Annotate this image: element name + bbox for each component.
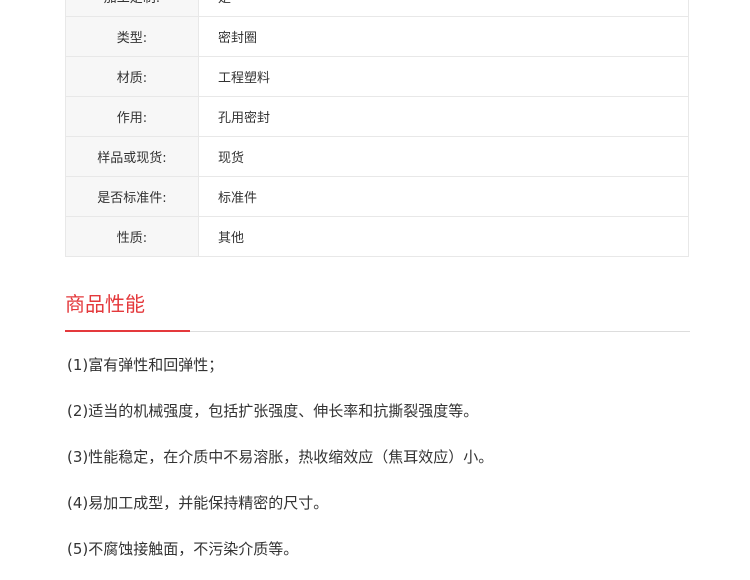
table-row: 是否标准件: 标准件 [65,176,689,217]
spec-label: 性质: [65,216,199,257]
spec-value: 工程塑料 [198,56,689,97]
spec-value: 现货 [198,136,689,177]
spec-label: 是否标准件: [65,176,199,217]
list-item: (2)适当的机械强度，包括扩张强度、伸长率和抗撕裂强度等。 [67,402,479,420]
table-row: 加工定制: 是 [65,0,689,17]
spec-value: 标准件 [198,176,689,217]
section-header-performance: 商品性能 [65,282,690,332]
list-item: (5)不腐蚀接触面，不污染介质等。 [67,540,299,558]
spec-label: 加工定制: [65,0,199,17]
table-row: 性质: 其他 [65,216,689,257]
table-row: 类型: 密封圈 [65,16,689,57]
section-title: 商品性能 [65,292,145,316]
section-title-underline [65,330,190,332]
performance-list: (1)富有弹性和回弹性； (2)适当的机械强度，包括扩张强度、伸长率和抗撕裂强度… [67,350,707,580]
spec-label: 类型: [65,16,199,57]
spec-value: 其他 [198,216,689,257]
spec-label: 材质: [65,56,199,97]
table-row: 样品或现货: 现货 [65,136,689,177]
list-item: (4)易加工成型，并能保持精密的尺寸。 [67,494,329,512]
spec-label: 样品或现货: [65,136,199,177]
spec-label: 作用: [65,96,199,137]
list-item: (3)性能稳定，在介质中不易溶胀，热收缩效应（焦耳效应）小。 [67,448,494,466]
spec-value: 是 [198,0,689,17]
product-spec-table: 加工定制: 是 类型: 密封圈 材质: 工程塑料 作用: 孔用密封 样品或现货:… [65,0,689,257]
spec-value: 孔用密封 [198,96,689,137]
list-item: (1)富有弹性和回弹性； [67,356,224,374]
spec-value: 密封圈 [198,16,689,57]
table-row: 材质: 工程塑料 [65,56,689,97]
table-row: 作用: 孔用密封 [65,96,689,137]
